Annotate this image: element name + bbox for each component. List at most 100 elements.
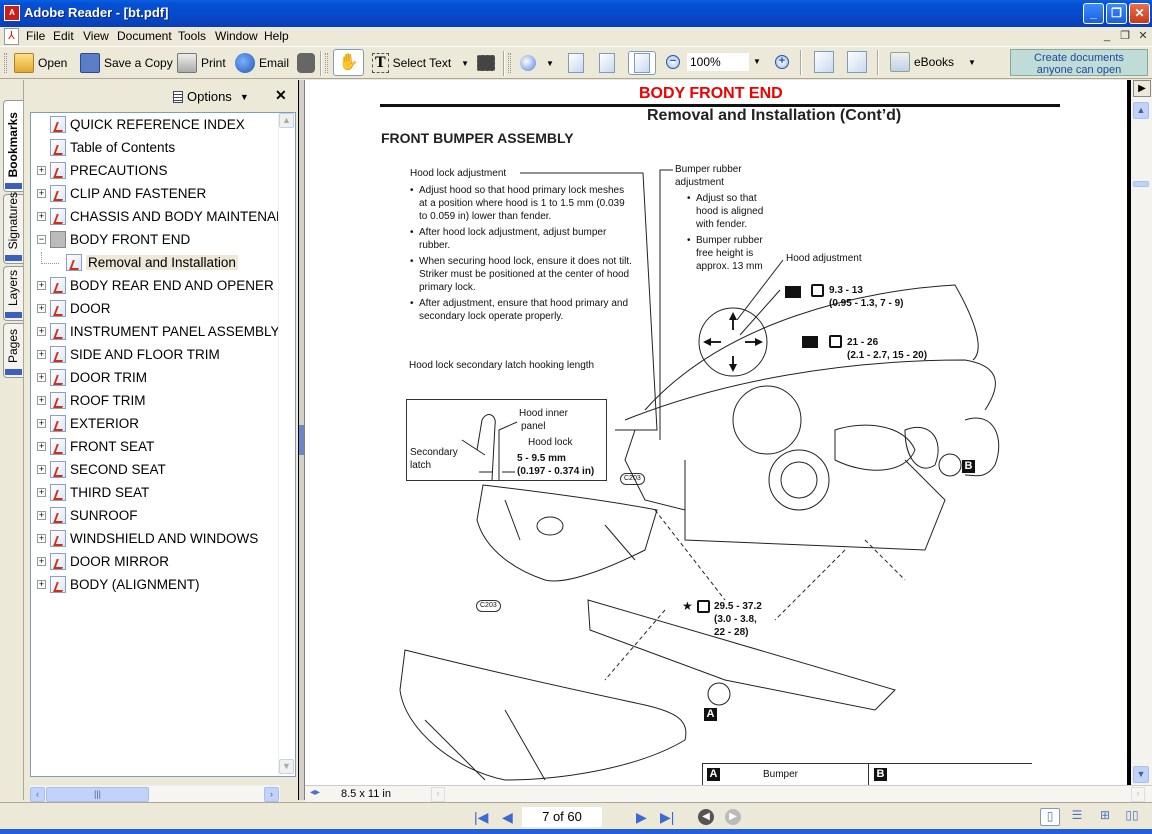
pdf-document-icon[interactable]: ⅄	[4, 28, 19, 45]
bookmark-item[interactable]: + SUNROOF	[31, 505, 279, 527]
bookmark-item[interactable]: + CLIP AND FASTENER	[31, 183, 279, 205]
horizontal-scroll-thumb[interactable]: |||	[46, 787, 149, 802]
scroll-up-button[interactable]: ▲	[279, 113, 294, 128]
expand-icon[interactable]: +	[37, 534, 46, 543]
bookmark-item[interactable]: + SECOND SEAT	[31, 459, 279, 481]
bookmark-item[interactable]: + CHASSIS AND BODY MAINTENANCE	[31, 206, 295, 228]
expand-icon[interactable]: +	[37, 189, 46, 198]
expand-icon[interactable]: +	[37, 327, 46, 336]
first-page-button[interactable]: |◀	[474, 809, 488, 826]
scroll-right-button[interactable]: ›	[264, 787, 279, 802]
bookmark-item[interactable]: + BODY REAR END AND OPENER	[31, 275, 279, 297]
expand-icon[interactable]: +	[37, 350, 46, 359]
bookmark-item[interactable]: + WINDSHIELD AND WINDOWS	[31, 528, 279, 550]
zoom-out-button[interactable]: −	[666, 55, 680, 69]
menu-help[interactable]: Help	[264, 29, 289, 43]
bookmark-item[interactable]: + DOOR	[31, 298, 279, 320]
expand-icon[interactable]: +	[37, 580, 46, 589]
scroll-left-button[interactable]: ‹	[30, 787, 45, 802]
bookmark-item[interactable]: + DOOR MIRROR	[31, 551, 279, 573]
bookmark-item[interactable]: QUICK REFERENCE INDEX	[31, 114, 279, 136]
doc-scroll-down-button[interactable]: ▼	[1133, 766, 1149, 783]
bookmark-item[interactable]: + INSTRUMENT PANEL ASSEMBLY	[31, 321, 280, 343]
document-restore-button[interactable]: ❐	[1117, 29, 1133, 44]
bookmark-item[interactable]: + THIRD SEAT	[31, 482, 279, 504]
bookmark-item[interactable]: + BODY (ALIGNMENT)	[31, 574, 279, 596]
split-handle-icon[interactable]: ◂▸	[310, 787, 320, 798]
email-button[interactable]: Email	[235, 51, 289, 75]
expand-icon[interactable]: +	[37, 442, 46, 451]
expand-icon[interactable]: +	[37, 557, 46, 566]
print-button[interactable]: Print	[177, 51, 226, 75]
expand-icon[interactable]: +	[37, 281, 46, 290]
menu-tools[interactable]: Tools	[178, 29, 206, 43]
bookmark-item[interactable]: + PRECAUTIONS	[31, 160, 279, 182]
toolbar-grip[interactable]	[508, 53, 511, 73]
toolbar-grip[interactable]	[4, 53, 7, 73]
panel-splitter[interactable]	[298, 80, 305, 800]
zoom-level-input[interactable]: 100%	[687, 53, 749, 71]
search-button[interactable]	[297, 51, 315, 75]
zoom-in-button[interactable]: +	[775, 55, 789, 69]
fit-page-button[interactable]	[599, 51, 615, 75]
bookmark-item[interactable]: + ROOF TRIM	[31, 390, 279, 412]
page-number-input[interactable]: 7 of 60	[522, 807, 602, 827]
show-navigation-pane-button[interactable]: ▶	[1133, 80, 1151, 97]
expand-icon[interactable]: +	[37, 373, 46, 382]
snapshot-button[interactable]	[477, 51, 495, 75]
previous-view-button[interactable]: ◀	[698, 809, 714, 825]
hand-tool-button[interactable]: ✋	[333, 49, 364, 76]
menu-edit[interactable]: Edit	[53, 29, 74, 43]
rotate-counterclockwise-button[interactable]	[847, 51, 867, 73]
menu-file[interactable]: File	[26, 29, 45, 43]
splitter-grip[interactable]	[299, 425, 304, 455]
expand-icon[interactable]: +	[37, 419, 46, 428]
bookmark-item[interactable]: + FRONT SEAT	[31, 436, 279, 458]
next-page-button[interactable]: ▶	[636, 809, 647, 826]
expand-icon[interactable]: +	[37, 488, 46, 497]
tab-signatures[interactable]: Signatures	[3, 192, 23, 264]
next-view-button[interactable]: ▶	[725, 809, 741, 825]
bookmark-item[interactable]: + EXTERIOR	[31, 413, 279, 435]
expand-icon[interactable]: +	[37, 212, 46, 221]
close-window-button[interactable]: ✕	[1129, 3, 1150, 24]
bookmarks-horizontal-scrollbar[interactable]: ‹ ||| ›	[30, 785, 280, 802]
bookmark-item[interactable]: Table of Contents	[31, 137, 279, 159]
bookmark-item[interactable]: − BODY FRONT END	[31, 229, 279, 251]
scroll-down-button[interactable]: ▼	[279, 759, 294, 774]
previous-page-button[interactable]: ◀	[502, 809, 513, 826]
document-vertical-scrollbar[interactable]: ▲ ▼	[1131, 80, 1152, 785]
bookmark-item[interactable]: + DOOR TRIM	[31, 367, 279, 389]
doc-scroll-right-button[interactable]: ›	[1131, 787, 1145, 802]
last-page-button[interactable]: ▶|	[660, 809, 674, 826]
collapse-icon[interactable]: −	[37, 235, 46, 244]
doc-scroll-thumb[interactable]	[1133, 181, 1149, 187]
open-button[interactable]: Open	[14, 51, 67, 75]
facing-view-button[interactable]: ▯▯	[1122, 808, 1142, 826]
ebooks-button[interactable]: eBooks ▼	[890, 50, 976, 74]
toolbar-grip[interactable]	[325, 53, 328, 73]
document-close-button[interactable]: ✕	[1135, 29, 1151, 44]
bookmark-item[interactable]: + SIDE AND FLOOR TRIM	[31, 344, 279, 366]
menu-window[interactable]: Window	[215, 29, 258, 43]
expand-icon[interactable]: +	[37, 166, 46, 175]
close-panel-button[interactable]: ✕	[275, 87, 287, 104]
restore-window-button[interactable]: ❐	[1106, 3, 1127, 24]
select-text-dropdown-icon[interactable]: ▼	[461, 59, 469, 68]
single-page-view-button[interactable]: ▯	[1040, 808, 1060, 826]
expand-icon[interactable]: +	[37, 304, 46, 313]
bookmarks-vertical-scrollbar[interactable]: ▲ ▼	[278, 113, 295, 776]
options-menu-button[interactable]: Options ▼	[173, 89, 249, 104]
create-pdf-promo-button[interactable]: Create documents anyone can open	[1010, 49, 1148, 76]
minimize-window-button[interactable]: _	[1083, 3, 1104, 24]
menu-document[interactable]: Document	[117, 29, 172, 43]
ebooks-dropdown-icon[interactable]: ▼	[968, 58, 976, 67]
tab-pages[interactable]: Pages	[3, 323, 23, 378]
zoom-tool-dropdown-icon[interactable]: ▼	[546, 59, 554, 68]
save-copy-button[interactable]: Save a Copy	[80, 51, 173, 75]
expand-icon[interactable]: +	[37, 465, 46, 474]
expand-icon[interactable]: +	[37, 511, 46, 520]
document-view[interactable]: BODY FRONT END Removal and Installation …	[305, 80, 1131, 785]
zoom-in-tool-button[interactable]: ▼	[520, 51, 554, 75]
document-minimize-button[interactable]: _	[1099, 29, 1115, 44]
